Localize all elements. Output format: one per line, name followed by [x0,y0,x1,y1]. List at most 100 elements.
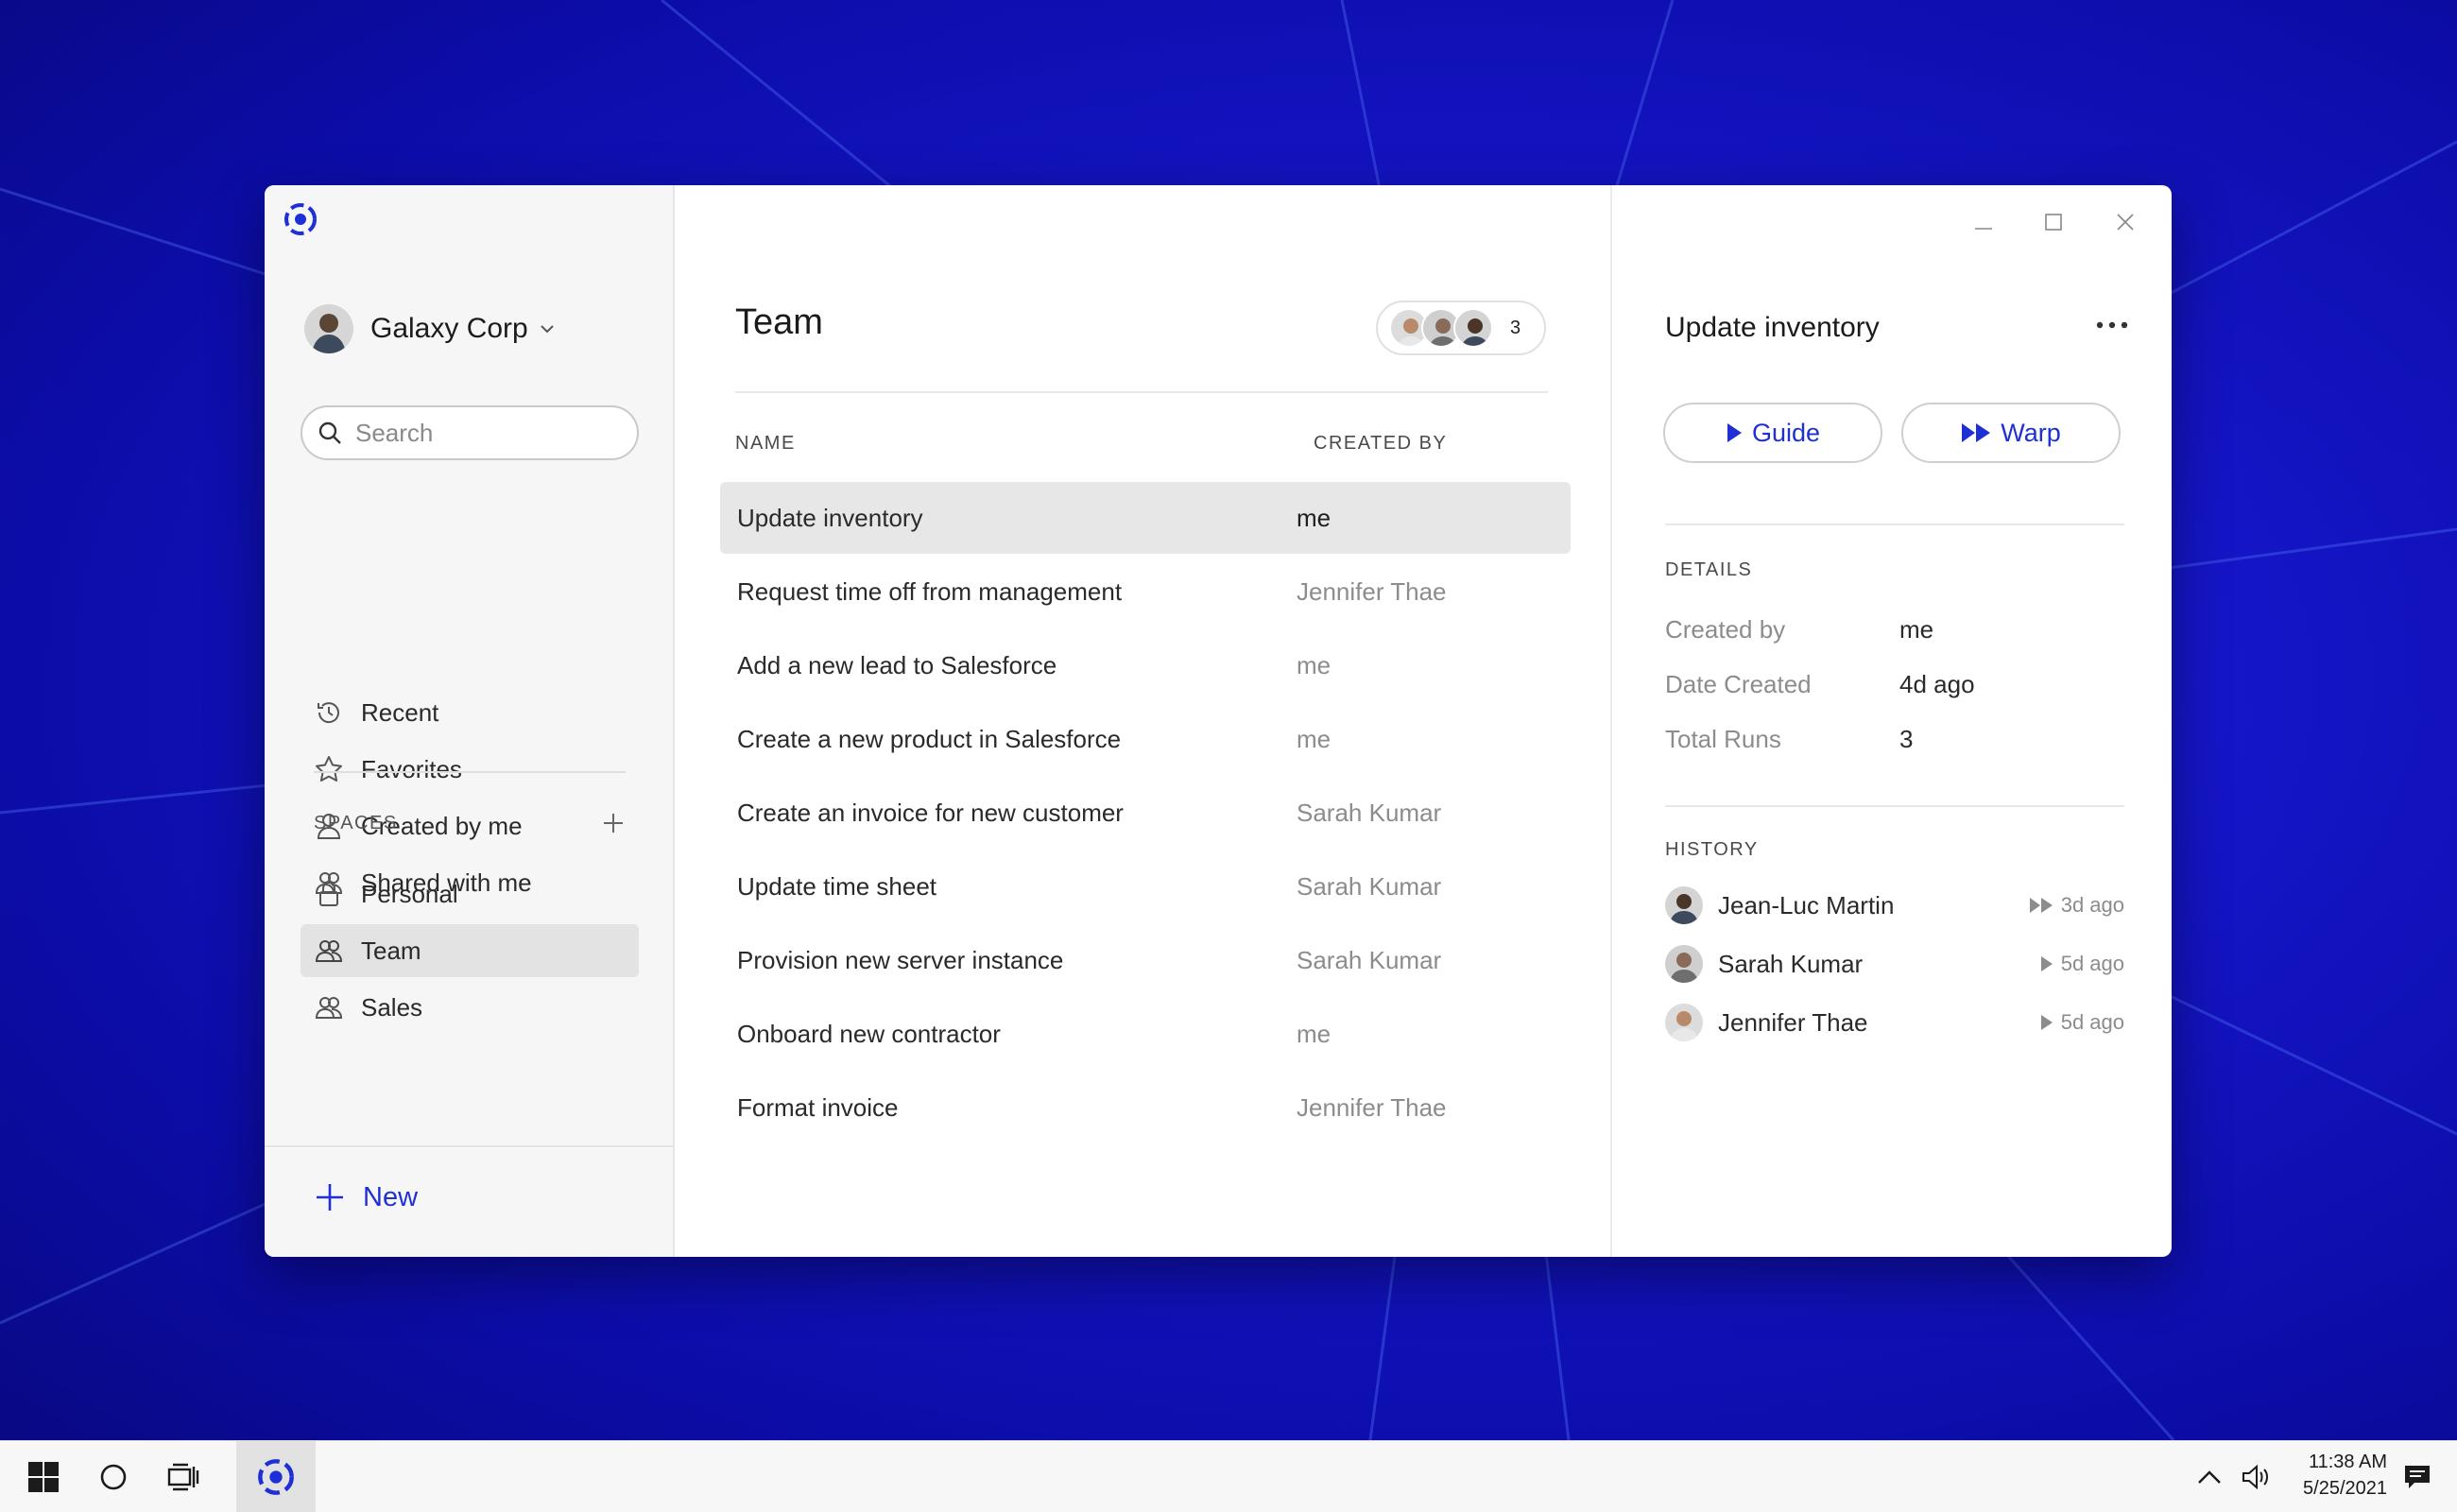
sidebar-footer: New [265,1145,673,1257]
divider [735,391,1548,393]
table-row[interactable]: Update time sheet Sarah Kumar [720,850,1571,922]
history-item[interactable]: Sarah Kumar 5d ago [1665,941,2124,987]
fast-forward-icon [1962,423,1991,442]
task-creator: me [1297,724,1332,753]
play-icon [2040,956,2053,971]
table-row[interactable]: Create a new product in Salesforce me [720,703,1571,775]
people-icon [315,940,343,962]
minimize-icon [1975,228,1992,230]
circle-search-icon [100,1464,127,1490]
new-button-label: New [363,1181,419,1212]
column-header-name[interactable]: NAME [735,433,796,455]
member-count: 3 [1510,317,1521,338]
task-creator: Sarah Kumar [1297,798,1442,827]
table-row[interactable]: Onboard new contractor me [720,998,1571,1070]
taskbar: 11:38 AM 5/25/2021 [0,1440,2457,1512]
spaces-header: SPACES [314,811,626,835]
table-row[interactable]: Add a new lead to Salesforce me [720,629,1571,701]
task-name: Format invoice [737,1092,899,1122]
taskbar-clock[interactable]: 11:38 AM 5/25/2021 [2277,1449,2387,1502]
task-name: Onboard new contractor [737,1019,1001,1048]
table-row[interactable]: Format invoice Jennifer Thae [720,1072,1571,1143]
avatar [1665,886,1703,924]
column-header-created-by[interactable]: CREATED BY [1314,433,1447,455]
history-user: Jennifer Thae [1718,1007,1868,1037]
table-row[interactable]: Provision new server instance Sarah Kumar [720,924,1571,996]
space-item-team[interactable]: Team [301,924,639,977]
more-icon [2096,321,2128,329]
table-row[interactable]: Create an invoice for new customer Sarah … [720,777,1571,849]
show-hidden-icons-button[interactable] [2191,1441,2228,1512]
space-item-label: Team [361,936,421,965]
task-name: Add a new lead to Salesforce [737,650,1057,679]
space-item-sales[interactable]: Sales [301,981,639,1034]
task-view-icon [167,1463,199,1491]
spaces-list: Personal Team Sales [301,868,639,1038]
people-icon [315,997,343,1019]
avatar [1453,308,1493,348]
guide-button[interactable]: Guide [1663,403,1882,463]
table-row[interactable]: Update inventory me [720,482,1571,554]
space-item-label: Personal [361,879,458,908]
history-heading: HISTORY [1665,839,1759,860]
detail-value: me [1899,614,1934,644]
play-icon [2040,1015,2053,1030]
notifications-button[interactable] [2397,1441,2438,1512]
history-icon [318,702,339,724]
app-window: Galaxy Corp Recent Favorites Created by … [265,185,2172,1257]
plus-icon [317,1184,343,1211]
main-panel: Team 3 NAME CREATED BY Update inventory m… [675,185,1612,1257]
table-row[interactable]: Request time off from management Jennifer… [720,556,1571,627]
detail-key: Created by [1665,614,1786,644]
history-item[interactable]: Jean-Luc Martin 3d ago [1665,883,2124,928]
search-input[interactable] [355,418,620,448]
chevron-down-icon [541,325,554,334]
add-space-button[interactable] [601,811,626,835]
close-icon [2117,214,2134,231]
close-button[interactable] [2104,200,2147,244]
windows-icon [28,1462,59,1492]
maximize-button[interactable] [2032,200,2075,244]
task-creator: Jennifer Thae [1297,576,1447,606]
volume-button[interactable] [2238,1441,2276,1512]
search-box[interactable] [301,405,639,460]
history-time: 5d ago [2040,952,2124,976]
task-creator: me [1297,650,1332,679]
detail-key: Total Runs [1665,724,1781,753]
nav-item-recent[interactable]: Recent [301,686,639,739]
divider [314,771,626,773]
space-item-personal[interactable]: Personal [301,868,639,920]
history-item[interactable]: Jennifer Thae 5d ago [1665,1000,2124,1045]
task-view-button[interactable] [159,1441,208,1512]
detail-panel: Update inventory Guide Warp DETAILS Crea… [1612,185,2172,1257]
warp-button[interactable]: Warp [1901,403,2121,463]
spaces-heading: SPACES [314,812,398,833]
fast-forward-icon [2029,898,2053,913]
notification-icon [2405,1466,2430,1488]
maximize-icon [2045,214,2062,231]
divider [1665,524,2124,525]
start-button[interactable] [19,1441,68,1512]
taskbar-app-button[interactable] [236,1441,316,1512]
guide-button-label: Guide [1751,418,1821,447]
nav-item-favorites[interactable]: Favorites [301,743,639,796]
new-button[interactable]: New [314,1181,418,1213]
task-creator: Sarah Kumar [1297,945,1442,974]
history-time-label: 5d ago [2060,1010,2124,1034]
history-time-label: 5d ago [2060,952,2124,975]
detail-value: 3 [1899,724,1914,753]
nav-item-label: Favorites [361,754,462,783]
sidebar: Galaxy Corp Recent Favorites Created by … [265,185,675,1257]
task-name: Update inventory [737,503,923,532]
task-creator: Sarah Kumar [1297,871,1442,901]
minimize-button[interactable] [1962,200,2005,244]
workspace-switcher[interactable]: Galaxy Corp [304,302,557,355]
chevron-up-icon [2198,1470,2221,1484]
search-taskbar-button[interactable] [89,1441,138,1512]
more-options-button[interactable] [2088,306,2136,344]
members-button[interactable]: 3 [1376,301,1546,355]
volume-icon [2242,1464,2268,1490]
space-item-label: Sales [361,992,423,1022]
app-logo-icon[interactable] [284,202,318,236]
warp-button-label: Warp [2001,418,2061,447]
